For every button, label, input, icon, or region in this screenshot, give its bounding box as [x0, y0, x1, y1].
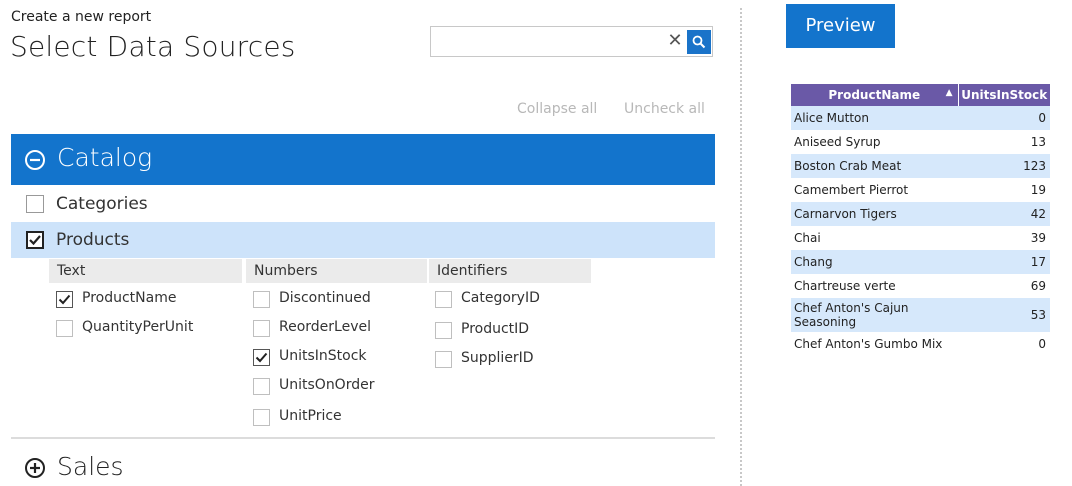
table-row: Chef Anton's Gumbo Mix 0 [791, 332, 1050, 356]
preview-button[interactable]: Preview [786, 4, 895, 48]
discontinued-checkbox[interactable] [253, 291, 270, 308]
checkmark-icon [58, 294, 71, 305]
supplierid-checkbox[interactable] [435, 351, 452, 368]
table-row: Chai 39 [791, 226, 1050, 250]
products-checkbox[interactable] [26, 231, 44, 249]
cell-unitsinstock: 0 [1038, 337, 1046, 351]
productid-checkbox[interactable] [435, 322, 452, 339]
page-title: Select Data Sources [10, 30, 296, 63]
cell-productname: Chartreuse verte [794, 279, 896, 293]
field-label: Discontinued [279, 290, 371, 306]
table-row: Chang 17 [791, 250, 1050, 274]
field-label: QuantityPerUnit [82, 319, 194, 335]
field-productid[interactable]: ProductID [435, 320, 585, 342]
table-row: Alice Mutton 0 [791, 106, 1050, 130]
table-row-categories[interactable]: Categories [11, 186, 715, 222]
table-row: Aniseed Syrup 13 [791, 130, 1050, 154]
table-row-products[interactable]: Products [11, 222, 715, 258]
cell-productname: Aniseed Syrup [794, 135, 881, 149]
group-header-numbers: Numbers [246, 259, 427, 283]
products-label: Products [56, 230, 130, 250]
preview-table: ProductName ▲ UnitsInStock Alice Mutton … [791, 84, 1050, 356]
field-supplierid[interactable]: SupplierID [435, 349, 585, 371]
cell-unitsinstock: 0 [958, 106, 1050, 130]
expand-circle-icon [25, 458, 45, 478]
section-divider [11, 437, 715, 439]
cell-unitsinstock: 69 [1030, 279, 1046, 293]
cell-productname: Chang [791, 250, 958, 274]
field-productname[interactable]: ProductName [56, 289, 236, 311]
search-box: ✕ [430, 26, 713, 57]
field-label: SupplierID [461, 350, 534, 366]
quantityperunit-checkbox[interactable] [56, 320, 73, 337]
field-quantityperunit[interactable]: QuantityPerUnit [56, 318, 236, 340]
table-header-row: ProductName ▲ UnitsInStock [791, 84, 1050, 106]
collapse-circle-icon [25, 150, 45, 170]
field-unitprice[interactable]: UnitPrice [253, 407, 423, 429]
productname-checkbox[interactable] [56, 291, 73, 308]
cell-unitsinstock: 17 [958, 250, 1050, 274]
clear-icon[interactable]: ✕ [665, 31, 685, 51]
catalog-label: Catalog [57, 143, 153, 172]
cell-unitsinstock: 13 [1030, 135, 1046, 149]
cell-unitsinstock: 39 [1030, 231, 1046, 245]
column-header-unitsinstock[interactable]: UnitsInStock [958, 84, 1050, 106]
sales-section-header[interactable]: Sales [11, 444, 311, 484]
field-label: ReorderLevel [279, 319, 371, 335]
catalog-section-header[interactable]: Catalog [11, 134, 715, 185]
field-label: UnitsInStock [279, 348, 367, 364]
cell-productname: Boston Crab Meat [791, 154, 958, 178]
field-discontinued[interactable]: Discontinued [253, 289, 423, 311]
vertical-separator [740, 8, 742, 486]
table-row: Chef Anton's Cajun Seasoning 53 [791, 298, 1050, 332]
field-unitsinstock[interactable]: UnitsInStock [253, 347, 423, 369]
table-row: Camembert Pierrot 19 [791, 178, 1050, 202]
cell-unitsinstock: 42 [958, 202, 1050, 226]
cell-productname: Chai [794, 231, 821, 245]
sort-ascending-icon: ▲ [945, 88, 953, 98]
reorderlevel-checkbox[interactable] [253, 320, 270, 337]
cell-unitsinstock: 123 [958, 154, 1050, 178]
field-label: CategoryID [461, 290, 540, 306]
table-row: Boston Crab Meat 123 [791, 154, 1050, 178]
field-label: UnitsOnOrder [279, 377, 375, 393]
cell-productname: Alice Mutton [791, 106, 958, 130]
group-header-text: Text [49, 259, 242, 283]
column-header-productname[interactable]: ProductName ▲ [791, 84, 959, 106]
cell-productname: Camembert Pierrot [794, 183, 909, 197]
unitsinstock-checkbox[interactable] [253, 349, 270, 366]
categories-label: Categories [56, 194, 148, 214]
cell-productname: Chef Anton's Cajun Seasoning [791, 298, 958, 332]
field-label: UnitPrice [279, 408, 342, 424]
field-categoryid[interactable]: CategoryID [435, 289, 585, 311]
table-row: Carnarvon Tigers 42 [791, 202, 1050, 226]
field-reorderlevel[interactable]: ReorderLevel [253, 318, 423, 340]
cell-unitsinstock: 53 [958, 298, 1050, 332]
page-subtitle: Create a new report [11, 9, 152, 25]
group-header-identifiers: Identifiers [429, 259, 591, 283]
table-row: Chartreuse verte 69 [791, 274, 1050, 298]
categoryid-checkbox[interactable] [435, 291, 452, 308]
cell-productname: Chef Anton's Gumbo Mix [794, 337, 943, 351]
unitprice-checkbox[interactable] [253, 409, 270, 426]
checkmark-icon [255, 352, 268, 363]
sales-label: Sales [57, 452, 124, 481]
uncheck-all-link[interactable]: Uncheck all [624, 101, 705, 117]
search-button[interactable] [687, 30, 711, 54]
unitsonorder-checkbox[interactable] [253, 378, 270, 395]
field-label: ProductID [461, 321, 530, 337]
checkmark-icon [29, 235, 41, 246]
categories-checkbox[interactable] [26, 195, 44, 213]
collapse-all-link[interactable]: Collapse all [517, 101, 597, 117]
field-label: ProductName [82, 290, 177, 306]
search-icon [692, 35, 706, 49]
search-input[interactable] [431, 27, 661, 56]
cell-productname: Carnarvon Tigers [791, 202, 958, 226]
column-header-label: ProductName [828, 88, 921, 102]
field-unitsonorder[interactable]: UnitsOnOrder [253, 376, 423, 398]
cell-unitsinstock: 19 [1030, 183, 1046, 197]
